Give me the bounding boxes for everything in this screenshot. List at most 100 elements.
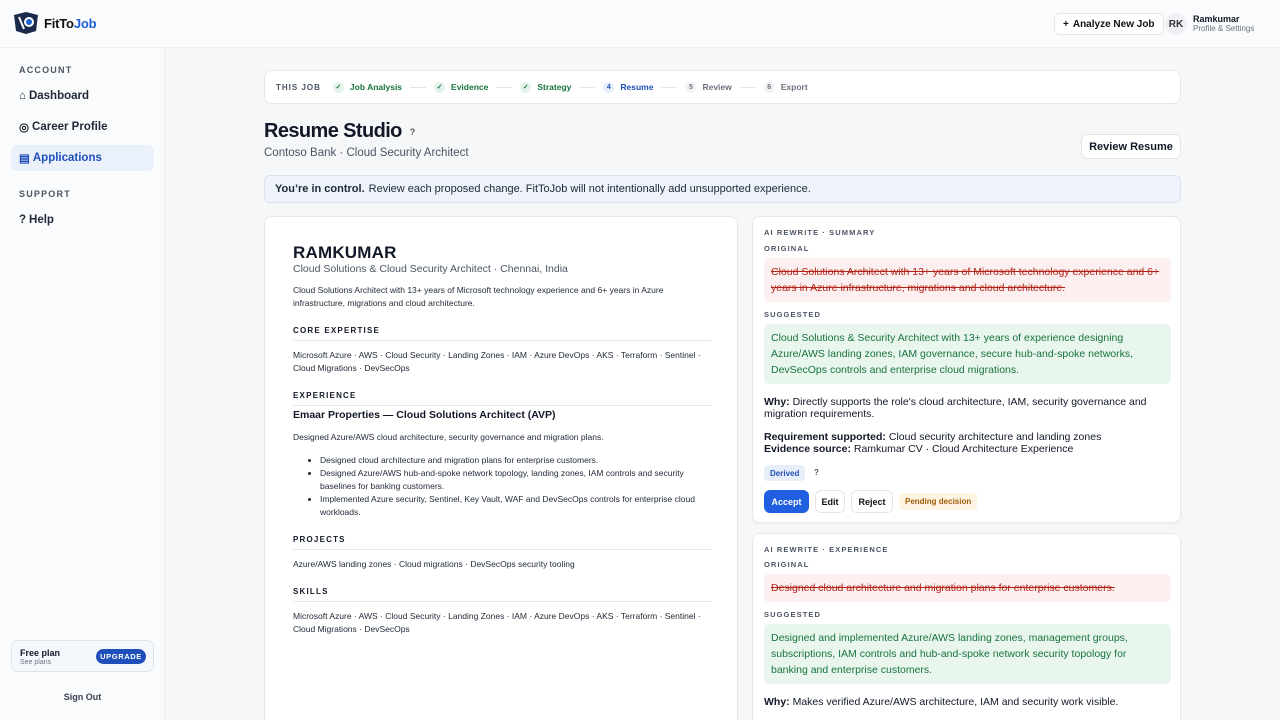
step-label: Job Analysis	[349, 82, 403, 92]
suggested-text: Cloud Solutions & Security Architect wit…	[764, 324, 1171, 384]
logo-icon	[14, 12, 38, 34]
skills-heading: SKILLS	[293, 587, 711, 602]
job-stepper: THIS JOB ✓ Job Analysis ✓ Evidence ✓ Str…	[264, 70, 1181, 104]
step-number: 5	[685, 81, 697, 93]
review-resume-button[interactable]: Review Resume	[1081, 134, 1181, 159]
avatar: RK	[1165, 13, 1187, 35]
step-job-analysis[interactable]: ✓ Job Analysis	[332, 81, 403, 93]
app-logo[interactable]: FitToJob	[12, 11, 97, 35]
requirement-text: Requirement supported: Cloud security ar…	[764, 431, 1174, 443]
evidence-label: Evidence source:	[764, 443, 851, 455]
logo-text: FitToJob	[44, 15, 97, 31]
core-expertise-text: Microsoft Azure · AWS · Cloud Security ·…	[293, 350, 701, 373]
edit-button[interactable]: Edit	[815, 490, 845, 513]
help-icon[interactable]: ?	[410, 127, 415, 137]
why-value: Makes verified Azure/AWS architecture, I…	[792, 696, 1119, 708]
home-icon: ⌂	[19, 90, 26, 102]
list-item: Designed cloud architecture and migratio…	[320, 454, 712, 467]
resume-name: RAMKUMAR	[293, 243, 397, 262]
why-text: Why: Directly supports the role's cloud …	[764, 396, 1174, 420]
step-divider	[579, 86, 596, 88]
support-heading: SUPPORT	[19, 189, 71, 199]
original-text: Cloud Solutions Architect with 13+ years…	[764, 258, 1171, 302]
step-review[interactable]: 5 Review	[685, 81, 732, 93]
user-menu[interactable]: RK Ramkumar Profile & Settings	[1165, 13, 1254, 35]
status-badge: Pending decision	[899, 493, 978, 510]
experience-heading: EXPERIENCE	[293, 391, 711, 406]
step-label: Export	[780, 82, 808, 92]
list-item: Implemented Azure security, Sentinel, Ke…	[320, 493, 712, 519]
logo-text-prefix: FitTo	[44, 15, 74, 31]
derived-badge: Derived	[764, 465, 806, 481]
page-title: Resume Studio ?	[264, 120, 415, 143]
logo-text-suffix: Job	[73, 15, 97, 31]
step-divider	[661, 86, 678, 88]
requirement-label: Requirement supported:	[764, 431, 886, 443]
ai-rewrite-summary-card: AI REWRITE · SUMMARY ORIGINAL Cloud Solu…	[752, 216, 1181, 523]
analyze-new-job-button[interactable]: + Analyze New Job	[1054, 13, 1164, 35]
step-resume[interactable]: 4 Resume	[603, 81, 654, 93]
list-icon: ▤	[19, 153, 30, 165]
step-number: 6	[763, 81, 775, 93]
why-label: Why:	[764, 696, 790, 708]
step-divider	[410, 86, 427, 88]
check-icon: ✓	[332, 81, 344, 93]
help-icon[interactable]: ?	[814, 468, 819, 477]
job-summary: Designed Azure/AWS cloud architecture, s…	[293, 432, 604, 442]
see-plans-link[interactable]: See plans	[20, 659, 51, 666]
list-item: Designed Azure/AWS hub-and-spoke network…	[320, 467, 712, 493]
experience-bullets: Designed cloud architecture and migratio…	[320, 454, 712, 519]
card-heading: AI REWRITE · SUMMARY	[764, 228, 876, 237]
accept-button[interactable]: Accept	[764, 490, 809, 513]
resume-summary: Cloud Solutions Architect with 13+ years…	[293, 285, 664, 308]
original-label: ORIGINAL	[764, 244, 810, 253]
reject-button[interactable]: Reject	[851, 490, 893, 513]
stepper-label: THIS JOB	[276, 82, 321, 92]
original-text: Designed cloud architecture and migratio…	[764, 574, 1171, 602]
step-number: 4	[603, 81, 615, 93]
control-banner: You’re in control. Review each proposed …	[264, 175, 1181, 203]
check-icon: ✓	[520, 81, 532, 93]
step-divider	[739, 86, 756, 88]
target-icon: ◎	[19, 122, 30, 134]
card-heading: AI REWRITE · EXPERIENCE	[764, 545, 889, 554]
suggested-label: SUGGESTED	[764, 310, 821, 319]
page-subtitle: Contoso Bank · Cloud Security Architect	[264, 147, 469, 159]
step-export[interactable]: 6 Export	[763, 81, 808, 93]
sidebar-item-label: Help	[29, 214, 54, 226]
plus-icon: +	[1063, 18, 1069, 30]
check-icon: ✓	[434, 81, 446, 93]
step-strategy[interactable]: ✓ Strategy	[520, 81, 572, 93]
sidebar-item-applications[interactable]: ▤ Applications	[11, 145, 154, 171]
plan-card[interactable]: Free plan See plans UPGRADE	[11, 640, 154, 672]
step-evidence[interactable]: ✓ Evidence	[434, 81, 489, 93]
user-name: Ramkumar	[1193, 14, 1240, 24]
step-label: Resume	[620, 82, 654, 92]
step-label: Strategy	[537, 82, 572, 92]
ai-rewrite-experience-card: AI REWRITE · EXPERIENCE ORIGINAL Designe…	[752, 533, 1181, 720]
resume-preview: RAMKUMAR Cloud Solutions & Cloud Securit…	[264, 216, 738, 720]
sidebar-item-help[interactable]: ? Help	[11, 207, 154, 233]
step-divider	[496, 86, 513, 88]
why-text: Why: Makes verified Azure/AWS architectu…	[764, 696, 1174, 708]
sidebar-item-label: Career Profile	[32, 121, 108, 133]
step-label: Evidence	[451, 82, 489, 92]
original-label: ORIGINAL	[764, 560, 810, 569]
projects-text: Azure/AWS landing zones · Cloud migratio…	[293, 559, 575, 569]
sidebar-item-career-profile[interactable]: ◎ Career Profile	[11, 114, 154, 140]
step-label: Review	[702, 82, 732, 92]
banner-bold: You’re in control.	[275, 183, 365, 195]
sidebar-item-label: Dashboard	[28, 90, 90, 102]
top-bar: FitToJob + Analyze New Job RK Ramkumar P…	[0, 0, 1280, 48]
suggested-text: Designed and implemented Azure/AWS landi…	[764, 624, 1171, 684]
sign-out-button[interactable]: Sign Out	[0, 692, 165, 702]
resume-headline: Cloud Solutions & Cloud Security Archite…	[293, 263, 568, 275]
upgrade-button[interactable]: UPGRADE	[96, 649, 146, 664]
projects-heading: PROJECTS	[293, 535, 711, 550]
skills-text: Microsoft Azure · AWS · Cloud Security ·…	[293, 611, 701, 634]
help-icon: ?	[19, 214, 27, 226]
sidebar-item-label: Applications	[32, 152, 102, 164]
analyze-new-job-label: Analyze New Job	[1072, 18, 1155, 30]
page-title-text: Resume Studio	[264, 120, 402, 142]
sidebar-item-dashboard[interactable]: ⌂ Dashboard	[11, 83, 154, 109]
